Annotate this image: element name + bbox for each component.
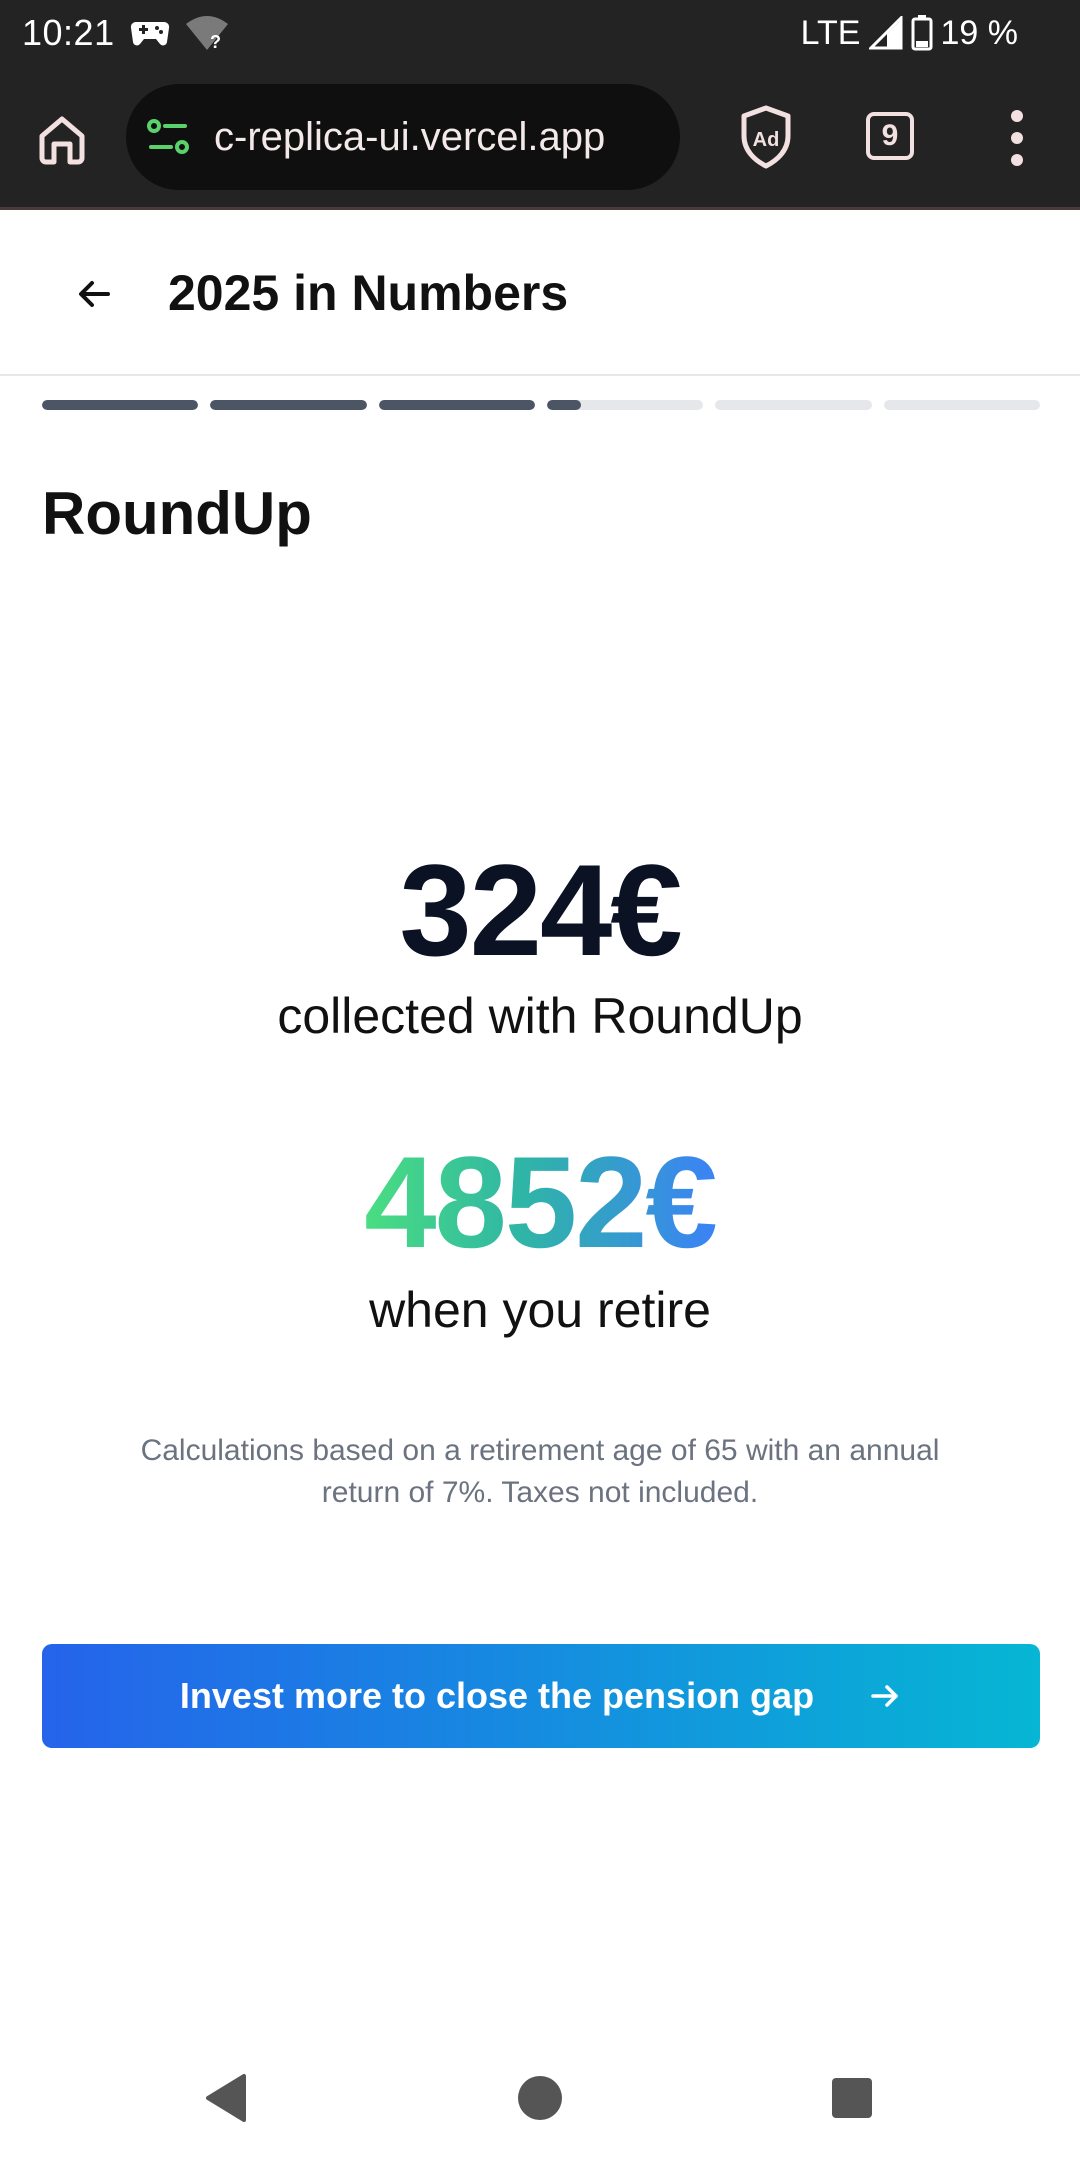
invest-more-label: Invest more to close the pension gap: [179, 1675, 815, 1716]
adblock-label: Ad: [753, 129, 780, 151]
progress-fill: [210, 400, 367, 410]
nav-recents-icon[interactable]: [830, 2076, 874, 2120]
section-title: RoundUp: [42, 480, 312, 547]
progress-segment-3: [378, 400, 535, 410]
address-bar[interactable]: c-replica-ui.vercel.app: [126, 84, 680, 190]
invest-more-button[interactable]: Invest more to close the pension gap: [42, 1644, 1040, 1748]
disclaimer-text: Calculations based on a retirement age o…: [140, 1434, 940, 1509]
retire-amount-value: 4852€: [364, 1129, 717, 1275]
wifi-question-icon: ?: [186, 16, 228, 52]
status-right-group: LTE 19 %: [801, 8, 1018, 58]
progress-segment-2: [210, 400, 367, 410]
svg-text:?: ?: [210, 32, 221, 52]
collected-amount: 324€: [399, 837, 682, 983]
tab-switcher-button[interactable]: 9: [866, 112, 914, 160]
site-settings-icon: [147, 119, 189, 154]
app-header: 2025 in Numbers: [0, 210, 1080, 376]
progress-fill: [42, 400, 199, 410]
progress-segment-5: [715, 400, 872, 410]
battery-icon: [911, 15, 932, 51]
battery-level: 19 %: [940, 13, 1019, 52]
progress-fill: [378, 400, 535, 410]
progress-segment-1: [42, 400, 199, 410]
retire-amount: 4852€: [0, 1132, 1080, 1272]
signal-icon: [868, 16, 902, 50]
progress-fill: [546, 400, 582, 410]
arrow-left-icon[interactable]: [70, 270, 118, 318]
more-vert-icon[interactable]: [1000, 108, 1034, 168]
page-title: 2025 in Numbers: [168, 265, 569, 321]
browser-toolbar: c-replica-ui.vercel.app Ad 9: [0, 66, 1080, 210]
url-text: c-replica-ui.vercel.app: [214, 115, 606, 159]
game-controller-icon: [130, 21, 170, 46]
home-button[interactable]: [30, 106, 94, 170]
home-icon: [39, 116, 85, 165]
status-time: 10:21: [22, 12, 115, 53]
system-nav-bar: [0, 2030, 1080, 2160]
nav-back-icon[interactable]: [204, 2072, 248, 2124]
status-bar: 10:21 ? LTE 19 %: [0, 0, 1080, 66]
arrow-right-icon: [871, 1685, 898, 1707]
adblock-shield-icon[interactable]: Ad: [738, 104, 794, 170]
collected-label: collected with RoundUp: [277, 988, 803, 1044]
retire-label: when you retire: [369, 1282, 711, 1338]
story-progress: [42, 400, 1040, 412]
nav-home-icon[interactable]: [516, 2074, 564, 2122]
network-type: LTE: [800, 13, 861, 52]
progress-segment-6: [883, 400, 1040, 410]
progress-segment-4: [546, 400, 704, 410]
